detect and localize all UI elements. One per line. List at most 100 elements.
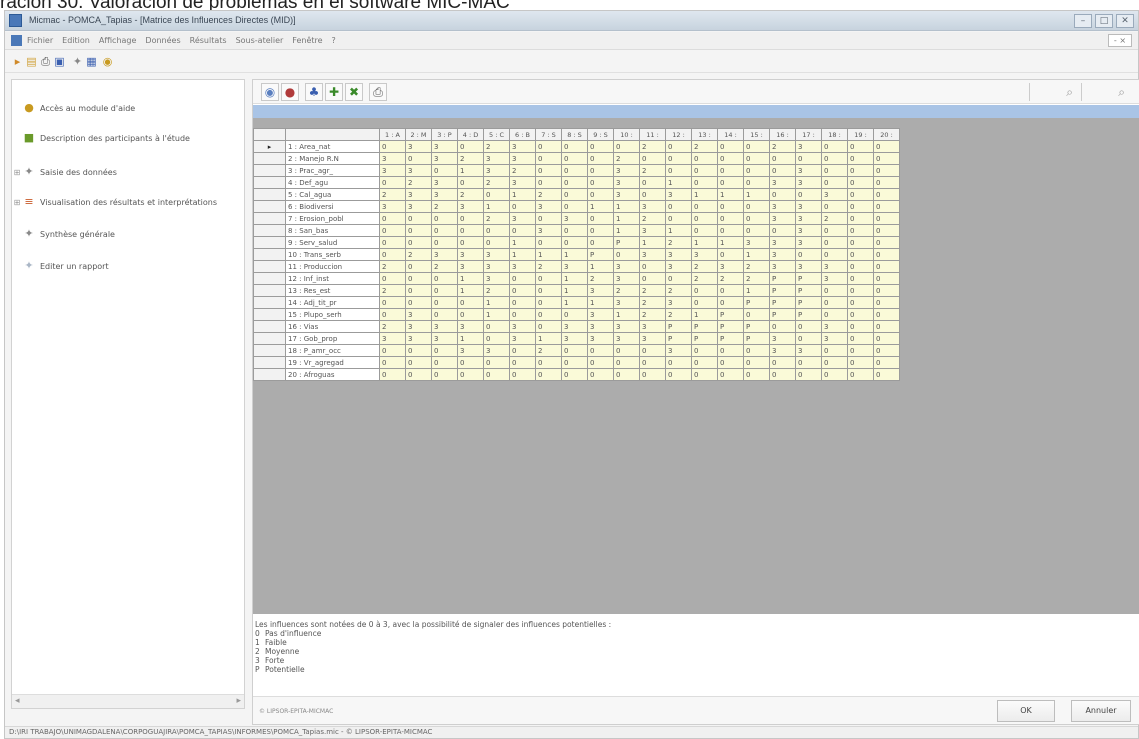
matrix-cell[interactable]: 3 [639,248,666,261]
matrix-cell[interactable]: 3 [821,332,848,345]
row-selector[interactable] [253,368,286,381]
matrix-cell[interactable]: 3 [821,188,848,201]
matrix-cell[interactable]: 2 [483,140,510,153]
matrix-cell[interactable]: 0 [821,236,848,249]
matrix-cell[interactable]: 0 [795,332,822,345]
row-label[interactable]: 18 : P_amr_occ [285,344,380,357]
matrix-cell[interactable]: 3 [821,272,848,285]
menu-item[interactable]: Edition [62,36,90,45]
matrix-cell[interactable]: 1 [665,224,692,237]
matrix-cell[interactable]: 0 [457,296,484,309]
row-label[interactable]: 14 : Adj_tit_pr [285,296,380,309]
matrix-cell[interactable]: 0 [613,368,640,381]
matrix-cell[interactable]: 0 [457,356,484,369]
minimize-button[interactable]: – [1074,14,1092,28]
matrix-cell[interactable]: 0 [743,344,770,357]
matrix-cell[interactable]: 1 [561,284,588,297]
matrix-cell[interactable]: 0 [431,272,458,285]
matrix-cell[interactable]: 3 [795,200,822,213]
matrix-cell[interactable]: P [587,248,614,261]
matrix-cell[interactable]: 0 [665,200,692,213]
matrix-cell[interactable]: 0 [665,212,692,225]
matrix-cell[interactable]: 0 [873,200,900,213]
matrix-cell[interactable]: 3 [509,260,536,273]
matrix-cell[interactable]: 1 [535,248,562,261]
matrix-cell[interactable]: 0 [379,224,406,237]
maximize-button[interactable]: □ [1095,14,1113,28]
matrix-cell[interactable]: 0 [691,176,718,189]
matrix-cell[interactable]: 0 [379,272,406,285]
matrix-cell[interactable]: 2 [379,188,406,201]
matrix-cell[interactable]: 3 [509,332,536,345]
matrix-cell[interactable]: 1 [509,236,536,249]
matrix-cell[interactable]: 3 [431,248,458,261]
matrix-cell[interactable]: 0 [873,272,900,285]
matrix-cell[interactable]: 3 [769,176,796,189]
matrix-cell[interactable]: 0 [535,356,562,369]
matrix-cell[interactable]: 0 [483,236,510,249]
matrix-cell[interactable]: 3 [587,308,614,321]
matrix-cell[interactable]: 3 [613,164,640,177]
matrix-cell[interactable]: 0 [717,176,744,189]
matrix-cell[interactable]: 3 [431,320,458,333]
matrix-cell[interactable]: 0 [743,164,770,177]
matrix-cell[interactable]: 3 [561,212,588,225]
matrix-cell[interactable]: 0 [483,320,510,333]
matrix-cell[interactable]: 0 [821,356,848,369]
matrix-cell[interactable]: 2 [639,296,666,309]
column-header[interactable]: 1 : A [379,128,406,141]
matrix-cell[interactable]: 1 [457,164,484,177]
matrix-cell[interactable]: 0 [431,284,458,297]
matrix-cell[interactable]: 0 [561,236,588,249]
wizard-icon[interactable]: ◉ [261,83,279,101]
row-label[interactable]: 12 : Inf_inst [285,272,380,285]
matrix-cell[interactable]: 0 [665,140,692,153]
matrix-cell[interactable]: P [769,296,796,309]
matrix-cell[interactable]: 0 [431,308,458,321]
row-selector[interactable] [253,356,286,369]
column-header[interactable]: 2 : M [405,128,432,141]
matrix-cell[interactable]: 0 [587,188,614,201]
matrix-cell[interactable]: 0 [873,152,900,165]
row-selector[interactable] [253,296,286,309]
matrix-cell[interactable]: 0 [743,200,770,213]
row-label[interactable]: 11 : Produccion [285,260,380,273]
column-header[interactable]: 14 : [717,128,744,141]
matrix-cell[interactable]: 0 [743,356,770,369]
matrix-cell[interactable]: 0 [587,212,614,225]
column-header[interactable]: 19 : [847,128,874,141]
matrix-cell[interactable]: 0 [847,248,874,261]
matrix-cell[interactable]: 0 [483,356,510,369]
matrix-cell[interactable]: 2 [665,236,692,249]
matrix-cell[interactable]: 0 [847,236,874,249]
matrix-cell[interactable]: 1 [561,248,588,261]
matrix-cell[interactable]: 1 [743,248,770,261]
row-label[interactable]: 2 : Manejo R.N [285,152,380,165]
matrix-cell[interactable]: 0 [873,248,900,261]
matrix-cell[interactable]: 0 [821,308,848,321]
matrix-cell[interactable]: 2 [587,272,614,285]
matrix-cell[interactable]: 0 [847,332,874,345]
matrix-cell[interactable]: 3 [379,164,406,177]
matrix-cell[interactable]: 1 [613,212,640,225]
matrix-cell[interactable]: 0 [613,344,640,357]
matrix-cell[interactable]: 3 [431,152,458,165]
matrix-cell[interactable]: 1 [509,248,536,261]
matrix-cell[interactable]: 3 [405,332,432,345]
matrix-cell[interactable]: 0 [431,212,458,225]
matrix-cell[interactable]: 0 [873,176,900,189]
matrix-cell[interactable]: 0 [509,356,536,369]
matrix-cell[interactable]: 1 [457,332,484,345]
matrix-cell[interactable]: 3 [769,332,796,345]
matrix-cell[interactable]: 3 [405,200,432,213]
matrix-cell[interactable]: 1 [483,296,510,309]
matrix-cell[interactable]: 2 [379,284,406,297]
matrix-cell[interactable]: 0 [821,152,848,165]
matrix-cell[interactable]: 3 [587,320,614,333]
matrix-cell[interactable]: 3 [457,248,484,261]
matrix-cell[interactable]: 3 [509,176,536,189]
matrix-cell[interactable]: 3 [457,344,484,357]
matrix-cell[interactable]: 0 [457,176,484,189]
matrix-cell[interactable]: 3 [613,260,640,273]
grid-icon[interactable]: ▦ [85,55,98,68]
